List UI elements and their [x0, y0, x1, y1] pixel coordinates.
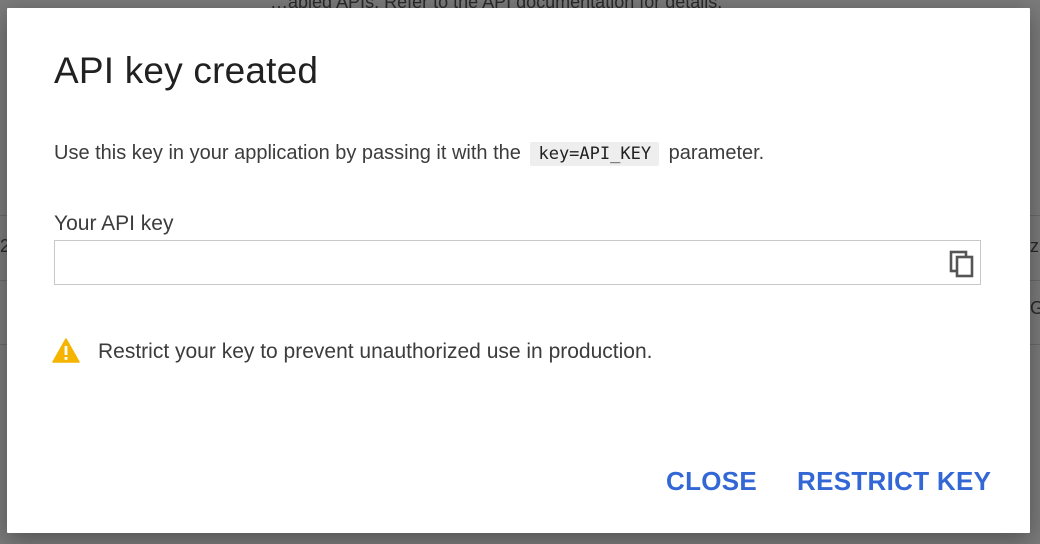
close-button[interactable]: CLOSE: [666, 466, 757, 497]
api-key-label: Your API key: [54, 212, 174, 235]
dialog-title: API key created: [54, 50, 319, 91]
dialog-description: Use this key in your application by pass…: [54, 142, 765, 166]
parameter-code: key=API_KEY: [530, 142, 660, 166]
background-text: z: [1030, 236, 1039, 256]
restrict-key-button[interactable]: RESTRICT KEY: [797, 466, 991, 497]
api-key-dialog: API key created Use this key in your app…: [7, 8, 1030, 533]
description-text-end: parameter.: [668, 142, 765, 164]
copy-button[interactable]: [947, 248, 977, 278]
description-text: Use this key in your application by pass…: [54, 142, 521, 164]
warning-icon: [52, 338, 80, 363]
api-key-field[interactable]: [54, 240, 981, 285]
warning-text: Restrict your key to prevent unauthorize…: [98, 340, 653, 363]
copy-icon: [949, 250, 974, 278]
background-text: G: [1030, 298, 1040, 318]
